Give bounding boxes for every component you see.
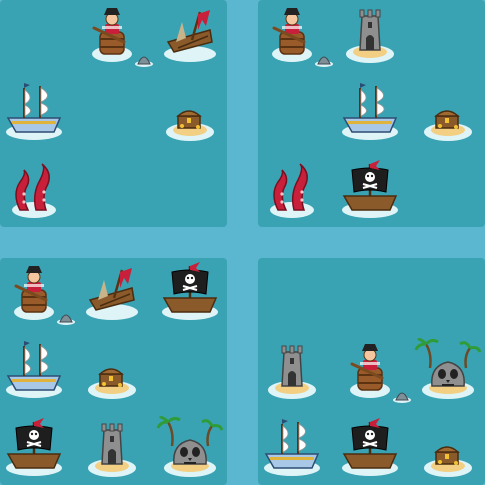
pirate-ship-icon[interactable] xyxy=(338,158,402,222)
treasure-island-icon[interactable] xyxy=(158,80,222,144)
pirate-ship-icon[interactable] xyxy=(338,416,402,480)
treasure-island-icon[interactable] xyxy=(416,416,480,480)
pirate-in-barrel-icon[interactable] xyxy=(80,2,144,66)
skull-rock-island-icon[interactable] xyxy=(414,338,482,402)
navy-ship-icon[interactable] xyxy=(260,416,324,480)
puzzle-panel-top-left xyxy=(0,0,227,227)
treasure-island-icon[interactable] xyxy=(416,80,480,144)
pirate-in-barrel-icon[interactable] xyxy=(2,260,66,324)
treasure-island-icon[interactable] xyxy=(80,338,144,402)
game-board xyxy=(0,0,485,485)
pirate-ship-icon[interactable] xyxy=(2,416,66,480)
shipwreck-icon[interactable] xyxy=(80,260,144,324)
stone-tower-island-icon[interactable] xyxy=(80,416,144,480)
stone-tower-island-icon[interactable] xyxy=(260,338,324,402)
pirate-in-barrel-icon[interactable] xyxy=(338,338,402,402)
navy-ship-icon[interactable] xyxy=(2,338,66,402)
navy-ship-icon[interactable] xyxy=(2,80,66,144)
puzzle-panel-bottom-left xyxy=(0,258,227,485)
puzzle-panel-bottom-right xyxy=(258,258,485,485)
kraken-tentacles-icon[interactable] xyxy=(260,158,324,222)
skull-rock-island-icon[interactable] xyxy=(156,416,224,480)
navy-ship-icon[interactable] xyxy=(338,80,402,144)
pirate-ship-icon[interactable] xyxy=(158,260,222,324)
shipwreck-icon[interactable] xyxy=(158,2,222,66)
puzzle-panel-top-right xyxy=(258,0,485,227)
stone-tower-island-icon[interactable] xyxy=(338,2,402,66)
kraken-tentacles-icon[interactable] xyxy=(2,158,66,222)
pirate-in-barrel-icon[interactable] xyxy=(260,2,324,66)
